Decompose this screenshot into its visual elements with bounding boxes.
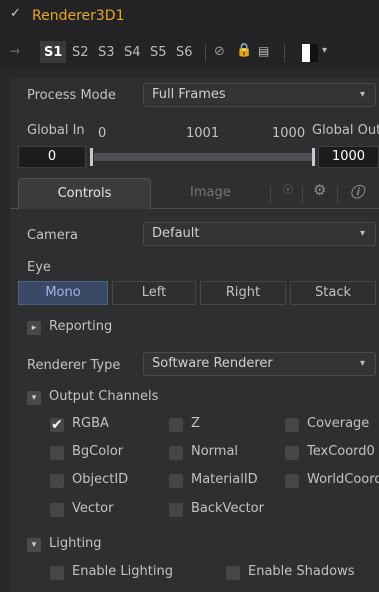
process-mode-value: Full Frames <box>152 87 226 102</box>
backvector-checkbox[interactable] <box>169 503 183 517</box>
worldcoord-label[interactable]: WorldCoord <box>307 472 379 487</box>
backvector-label[interactable]: BackVector <box>191 501 264 516</box>
enable-lighting-label[interactable]: Enable Lighting <box>72 564 173 579</box>
divider <box>284 44 285 62</box>
slot-s2[interactable]: S2 <box>72 45 89 60</box>
range-start-handle[interactable] <box>90 148 93 166</box>
worldcoord-checkbox[interactable] <box>285 474 299 488</box>
color-swatch-black[interactable] <box>310 44 318 62</box>
divider <box>302 186 303 204</box>
texcoord0-label[interactable]: TexCoord0 <box>307 444 379 459</box>
output-channels-section[interactable]: Output Channels <box>49 389 158 404</box>
global-in-label: Global In <box>27 123 85 138</box>
global-out-label: Global Out <box>312 123 379 138</box>
check-icon: ✔ <box>51 417 63 433</box>
slot-s4[interactable]: S4 <box>124 45 141 60</box>
normal-label[interactable]: Normal <box>191 444 238 459</box>
range-start-field[interactable]: 0 <box>18 146 86 168</box>
coverage-checkbox[interactable] <box>285 418 299 432</box>
slot-s5[interactable]: S5 <box>150 45 167 60</box>
renderer-type-label: Renderer Type <box>27 358 121 373</box>
materialid-checkbox[interactable] <box>169 474 183 488</box>
lock-icon[interactable]: 🔒 <box>236 43 252 58</box>
tool-title[interactable]: Renderer3D1 <box>32 8 125 24</box>
slot-s3[interactable]: S3 <box>98 45 115 60</box>
camera-dropdown[interactable]: Default <box>143 222 376 246</box>
camera-value: Default <box>152 226 200 241</box>
lighting-section[interactable]: Lighting <box>49 536 102 551</box>
eye-right-button[interactable]: Right <box>200 281 286 305</box>
chevron-down-icon: ▾ <box>360 89 366 100</box>
texcoord0-checkbox[interactable] <box>285 446 299 460</box>
chevron-down-icon: ▾ <box>360 228 366 239</box>
z-checkbox[interactable] <box>169 418 183 432</box>
divider <box>337 186 338 204</box>
eye-mono-button[interactable]: Mono <box>18 281 108 305</box>
save-icon[interactable]: ▤ <box>258 44 269 58</box>
bgcolor-label[interactable]: BgColor <box>72 444 123 459</box>
bgcolor-checkbox[interactable] <box>50 446 64 460</box>
chevron-down-icon[interactable]: ▾ <box>322 45 327 56</box>
pin-icon[interactable]: ⇾ <box>10 44 20 58</box>
materialid-label[interactable]: MaterialID <box>191 472 258 487</box>
range-end-field[interactable]: 1000 <box>318 146 379 168</box>
chevron-down-icon: ▾ <box>360 358 366 369</box>
eye-stack-button[interactable]: Stack <box>290 281 376 305</box>
info-icon[interactable]: ⓘ <box>350 182 364 202</box>
vector-label[interactable]: Vector <box>72 501 113 516</box>
slot-s6[interactable]: S6 <box>176 45 193 60</box>
rgba-label[interactable]: RGBA <box>72 416 109 431</box>
normal-checkbox[interactable] <box>169 446 183 460</box>
divider <box>270 186 271 204</box>
objectid-label[interactable]: ObjectID <box>72 472 128 487</box>
gear-icon[interactable]: ⚙ <box>313 181 326 199</box>
renderer-type-dropdown[interactable]: Software Renderer <box>143 352 376 376</box>
disable-icon[interactable]: ⊘ <box>214 44 225 59</box>
coverage-label[interactable]: Coverage <box>307 416 379 431</box>
camera-label: Camera <box>27 228 79 243</box>
slot-s1[interactable]: S1 <box>44 45 62 60</box>
expand-icon[interactable]: ▸ <box>27 321 41 335</box>
renderer-type-value: Software Renderer <box>152 356 273 371</box>
collapse-section-icon[interactable]: ▾ <box>27 391 41 405</box>
process-mode-label: Process Mode <box>27 88 116 103</box>
tab-image[interactable]: Image <box>190 178 231 208</box>
lens-icon[interactable]: ☉ <box>282 183 294 198</box>
divider <box>205 44 206 62</box>
collapse-chevron-icon[interactable]: ✓ <box>10 6 21 21</box>
enable-lighting-checkbox[interactable] <box>50 566 64 580</box>
range-end-handle[interactable] <box>312 148 315 166</box>
collapse-section-icon[interactable]: ▾ <box>27 538 41 552</box>
z-label[interactable]: Z <box>191 416 200 431</box>
range-right-value: 1000 <box>272 126 306 141</box>
eye-left-button[interactable]: Left <box>112 281 196 305</box>
tab-controls[interactable]: Controls <box>18 178 151 209</box>
eye-label: Eye <box>27 260 51 275</box>
reporting-section[interactable]: Reporting <box>49 319 112 334</box>
rgba-checkbox[interactable]: ✔ <box>50 418 64 432</box>
enable-shadows-checkbox[interactable] <box>226 566 240 580</box>
range-slider-track[interactable] <box>94 153 312 161</box>
color-swatch-white[interactable] <box>302 44 310 62</box>
objectid-checkbox[interactable] <box>50 474 64 488</box>
process-mode-dropdown[interactable]: Full Frames <box>143 83 376 107</box>
global-in-value: 0 <box>98 126 107 141</box>
vector-checkbox[interactable] <box>50 503 64 517</box>
enable-shadows-label[interactable]: Enable Shadows <box>248 564 354 579</box>
range-mid-value: 1001 <box>186 126 220 141</box>
